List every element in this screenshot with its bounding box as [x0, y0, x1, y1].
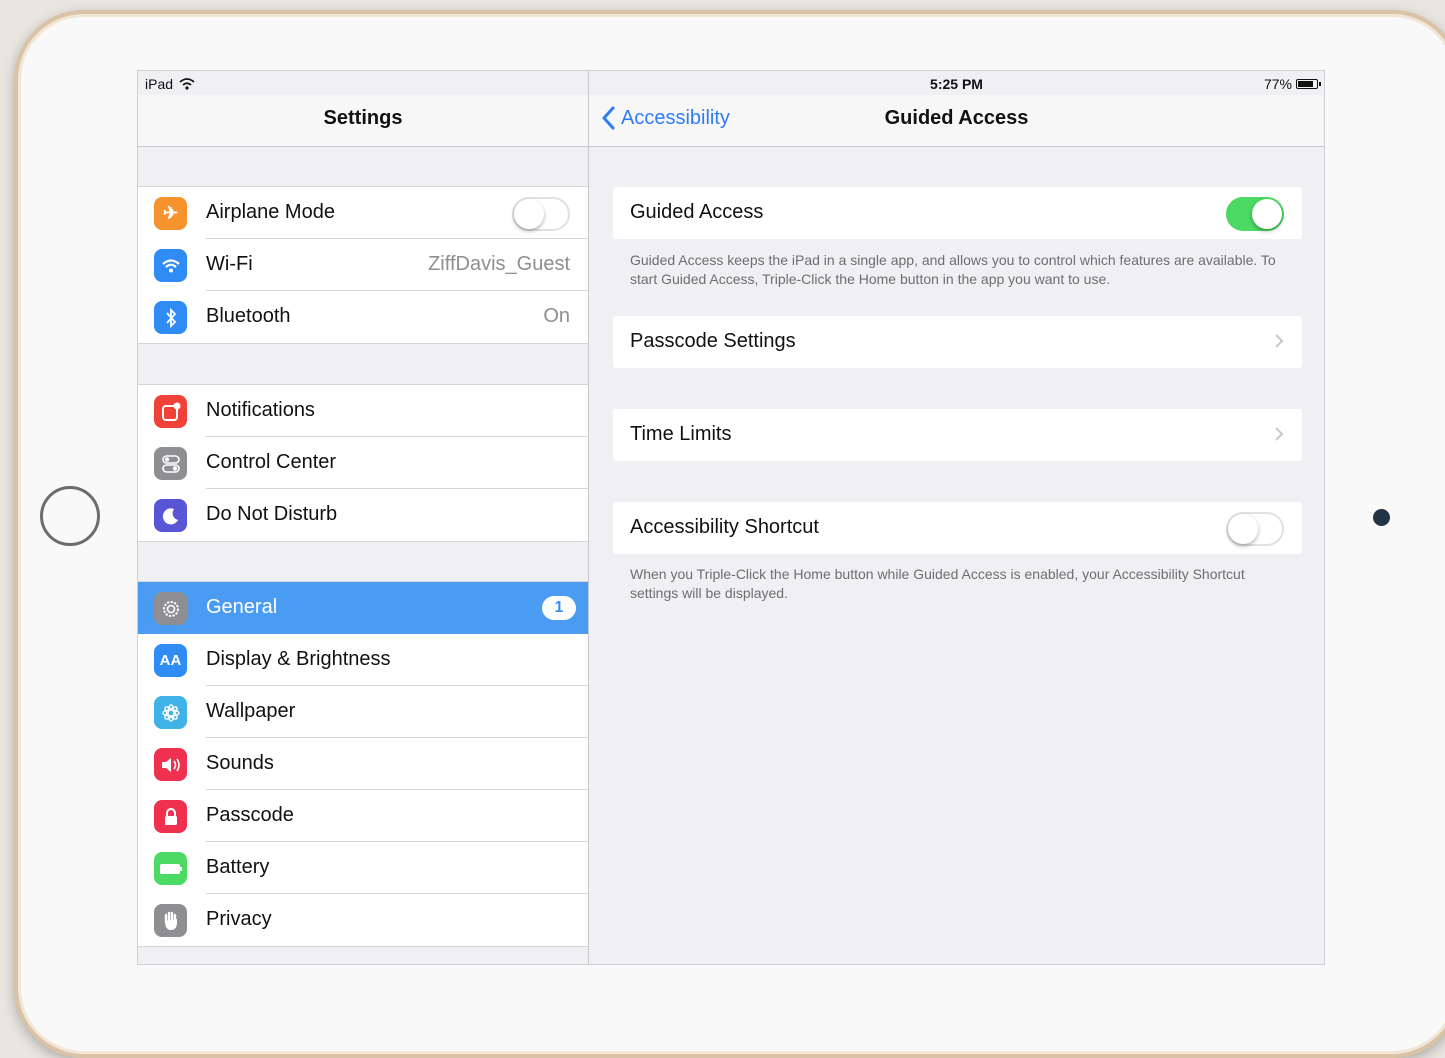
- sidebar-item-control-center[interactable]: Control Center: [138, 437, 588, 489]
- settings-group-device: General 1 AA Display & Brightness Wallpa…: [138, 581, 588, 947]
- guided-access-label: Guided Access: [630, 201, 764, 223]
- sidebar-item-notifications[interactable]: Notifications: [138, 385, 588, 437]
- sidebar-item-label: General: [206, 596, 278, 618]
- status-left: iPad: [145, 76, 195, 92]
- detail-nav-bar: Accessibility Guided Access: [589, 95, 1324, 147]
- chevron-right-icon: [1275, 334, 1284, 348]
- bluetooth-status-value: On: [543, 305, 570, 327]
- wallpaper-icon: [154, 696, 187, 729]
- moon-icon: [154, 499, 187, 532]
- sidebar-item-privacy[interactable]: Privacy: [138, 894, 588, 946]
- sidebar-item-label: Notifications: [206, 399, 315, 421]
- detail-title: Guided Access: [884, 107, 1029, 129]
- control-center-icon: [154, 447, 187, 480]
- home-button[interactable]: [40, 486, 100, 546]
- sidebar-item-label: Sounds: [206, 752, 274, 774]
- sidebar-item-do-not-disturb[interactable]: Do Not Disturb: [138, 489, 588, 541]
- passcode-settings-cell[interactable]: Passcode Settings: [613, 316, 1302, 368]
- sidebar-item-sounds[interactable]: Sounds: [138, 738, 588, 790]
- device-name: iPad: [145, 76, 174, 92]
- battery-percentage: 77%: [1263, 76, 1292, 92]
- lock-icon: [154, 800, 187, 833]
- sidebar-item-bluetooth[interactable]: Bluetooth On: [138, 291, 588, 343]
- toggle-knob: [1252, 199, 1282, 229]
- battery-icon: [154, 852, 187, 885]
- sidebar-item-battery[interactable]: Battery: [138, 842, 588, 894]
- sidebar-item-display-brightness[interactable]: AA Display & Brightness: [138, 634, 588, 686]
- gear-icon: [154, 592, 187, 625]
- sidebar-item-label: Battery: [206, 856, 270, 878]
- display-brightness-icon: AA: [154, 644, 187, 677]
- wifi-icon: [154, 249, 187, 282]
- status-bar: iPad 5:25 PM 77%: [138, 71, 1324, 95]
- time-limits-label: Time Limits: [630, 423, 732, 445]
- sidebar-item-label: Display & Brightness: [206, 648, 391, 670]
- sidebar-item-label: Bluetooth: [206, 305, 291, 327]
- airplane-icon: ✈: [154, 197, 187, 230]
- guided-access-description: Guided Access keeps the iPad in a single…: [630, 252, 1276, 287]
- wifi-signal-icon: [179, 78, 195, 90]
- accessibility-shortcut-description: When you Triple-Click the Home button wh…: [630, 566, 1245, 601]
- passcode-settings-label: Passcode Settings: [630, 330, 796, 352]
- sidebar-item-general[interactable]: General 1: [138, 582, 588, 634]
- screen: Settings ✈ Airplane Mode Wi-Fi ZiffDavis…: [137, 70, 1325, 965]
- time-limits-row[interactable]: Time Limits: [613, 409, 1302, 461]
- settings-title: Settings: [323, 107, 403, 129]
- guided-access-toggle[interactable]: [1226, 197, 1284, 231]
- guided-access-detail: Accessibility Guided Access Guided Acces…: [589, 71, 1324, 964]
- toggle-knob: [514, 199, 544, 229]
- general-update-badge: 1: [542, 596, 576, 620]
- sidebar-item-airplane-mode[interactable]: ✈ Airplane Mode: [138, 187, 588, 239]
- status-time: 5:25 PM: [930, 76, 983, 92]
- sidebar-item-label: Wi-Fi: [206, 253, 253, 275]
- front-camera: [1373, 509, 1390, 526]
- passcode-settings-row[interactable]: Passcode Settings: [613, 316, 1302, 368]
- settings-group-notifications: Notifications Control Center Do Not Dist…: [138, 384, 588, 542]
- toggle-knob: [1228, 514, 1258, 544]
- settings-nav-bar: Settings: [138, 95, 588, 147]
- status-right: 77%: [1263, 76, 1321, 92]
- accessibility-shortcut-toggle[interactable]: [1226, 512, 1284, 546]
- accessibility-shortcut-row: Accessibility Shortcut: [613, 502, 1302, 554]
- notifications-icon: [154, 395, 187, 428]
- sidebar-item-wifi[interactable]: Wi-Fi ZiffDavis_Guest: [138, 239, 588, 291]
- sidebar-item-label: Wallpaper: [206, 700, 296, 722]
- bluetooth-icon: [154, 301, 187, 334]
- sidebar-item-wallpaper[interactable]: Wallpaper: [138, 686, 588, 738]
- settings-sidebar: Settings ✈ Airplane Mode Wi-Fi ZiffDavis…: [138, 71, 589, 964]
- guided-access-row: Guided Access: [613, 187, 1302, 239]
- speaker-icon: [154, 748, 187, 781]
- accessibility-shortcut-cell: Accessibility Shortcut: [613, 502, 1302, 554]
- time-limits-cell[interactable]: Time Limits: [613, 409, 1302, 461]
- accessibility-shortcut-label: Accessibility Shortcut: [630, 516, 819, 538]
- guided-access-cell: Guided Access: [613, 187, 1302, 239]
- sidebar-item-label: Control Center: [206, 451, 337, 473]
- settings-group-connectivity: ✈ Airplane Mode Wi-Fi ZiffDavis_Guest Bl…: [138, 186, 588, 344]
- chevron-right-icon: [1275, 427, 1284, 441]
- sidebar-item-label: Privacy: [206, 908, 272, 930]
- sidebar-item-label: Do Not Disturb: [206, 503, 338, 525]
- airplane-mode-toggle[interactable]: [512, 197, 570, 231]
- battery-level-icon: [1296, 79, 1321, 89]
- sidebar-item-label: Airplane Mode: [206, 201, 335, 223]
- hand-icon: [154, 904, 187, 937]
- sidebar-item-label: Passcode: [206, 804, 294, 826]
- sidebar-item-passcode[interactable]: Passcode: [138, 790, 588, 842]
- wifi-network-value: ZiffDavis_Guest: [428, 253, 570, 275]
